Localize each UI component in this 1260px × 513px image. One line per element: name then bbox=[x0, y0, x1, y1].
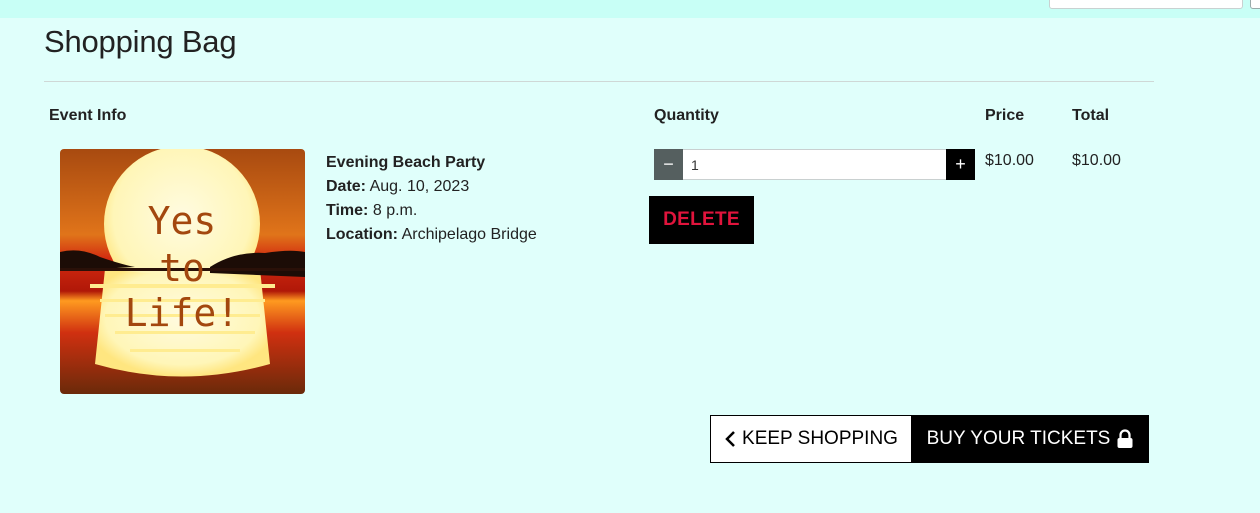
divider bbox=[44, 81, 1154, 82]
buy-tickets-button[interactable]: BUY YOUR TICKETS bbox=[912, 415, 1149, 463]
lock-icon bbox=[1116, 429, 1134, 449]
event-image: Yes to Life! bbox=[60, 149, 305, 394]
time-value: 8 p.m. bbox=[372, 202, 418, 219]
chevron-left-icon bbox=[724, 430, 736, 448]
date-label: Date: bbox=[326, 178, 367, 195]
event-location: Location: Archipelago Bridge bbox=[326, 223, 537, 247]
event-date: Date: Aug. 10, 2023 bbox=[326, 175, 537, 199]
column-header-quantity: Quantity bbox=[654, 107, 719, 124]
date-value: Aug. 10, 2023 bbox=[369, 178, 470, 195]
delete-button[interactable]: DELETE bbox=[649, 196, 754, 244]
buy-tickets-label: BUY YOUR TICKETS bbox=[926, 428, 1111, 449]
location-value: Archipelago Bridge bbox=[401, 226, 537, 243]
keep-shopping-label: KEEP SHOPPING bbox=[742, 428, 898, 449]
column-header-price: Price bbox=[985, 107, 1025, 124]
search-button[interactable] bbox=[1250, 0, 1260, 9]
keep-shopping-button[interactable]: KEEP SHOPPING bbox=[710, 415, 912, 463]
location-label: Location: bbox=[326, 226, 398, 243]
column-header-total: Total bbox=[1072, 107, 1110, 124]
image-text-line3: Life! bbox=[125, 291, 239, 335]
increment-button[interactable]: + bbox=[946, 149, 975, 180]
search-input[interactable] bbox=[1049, 0, 1243, 9]
quantity-input[interactable] bbox=[683, 149, 946, 180]
page-title: Shopping Bag bbox=[44, 24, 237, 59]
event-name: Evening Beach Party bbox=[326, 154, 486, 171]
event-time: Time: 8 p.m. bbox=[326, 199, 537, 223]
time-label: Time: bbox=[326, 202, 369, 219]
column-header-event-info: Event Info bbox=[49, 107, 127, 124]
item-price: $10.00 bbox=[985, 152, 1034, 169]
decrement-button[interactable]: − bbox=[654, 149, 683, 180]
image-text-line2: to bbox=[159, 246, 205, 290]
item-total: $10.00 bbox=[1072, 152, 1121, 169]
quantity-stepper: − + bbox=[654, 149, 975, 180]
event-details: Evening Beach Party Date: Aug. 10, 2023 … bbox=[326, 151, 537, 247]
image-text-line1: Yes bbox=[148, 199, 217, 243]
